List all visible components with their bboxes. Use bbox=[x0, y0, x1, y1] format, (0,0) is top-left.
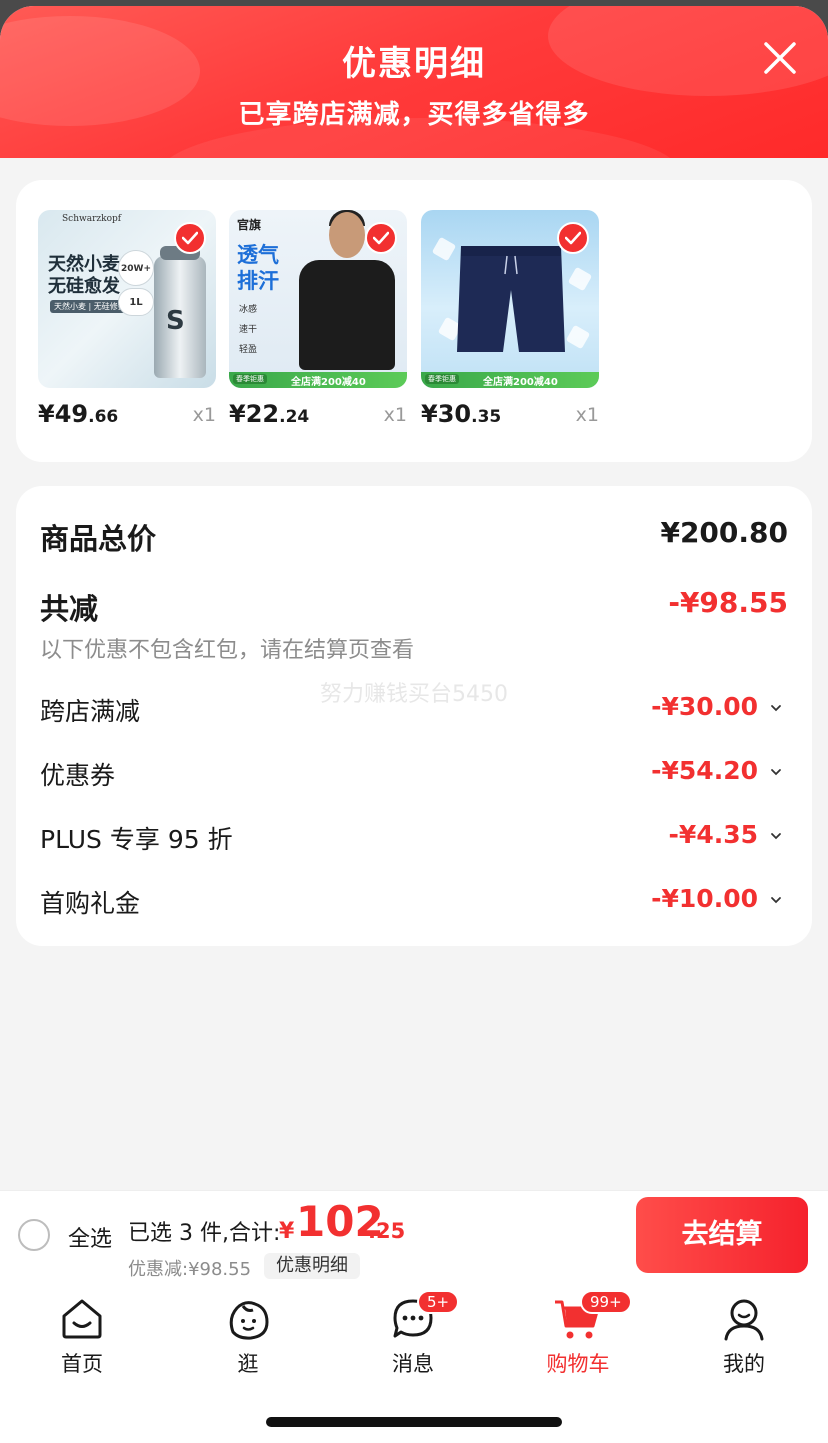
product-price: ¥30.35 bbox=[421, 400, 502, 428]
chevron-down-icon[interactable] bbox=[770, 702, 782, 714]
discount-label: PLUS 专享 95 折 bbox=[40, 825, 233, 854]
discount-row[interactable]: 首购礼金 -¥10.00 bbox=[40, 884, 788, 924]
discount-row[interactable]: 优惠券 -¥54.20 bbox=[40, 756, 788, 796]
model-image bbox=[329, 212, 365, 258]
product-qty: x1 bbox=[575, 404, 599, 426]
cart-badge: 99+ bbox=[580, 1290, 632, 1314]
total-currency: ¥ bbox=[279, 1219, 295, 1244]
tab-message[interactable]: 5+ 消息 bbox=[353, 1290, 473, 1378]
select-all-radio[interactable] bbox=[18, 1219, 50, 1251]
tab-label: 购物车 bbox=[546, 1352, 610, 1376]
discount-label: 优惠券 bbox=[40, 761, 116, 790]
product-price: ¥22.24 bbox=[229, 400, 310, 428]
total-value: ¥200.80 bbox=[660, 516, 788, 549]
discount-label: 跨店满减 bbox=[40, 697, 141, 726]
product-image[interactable]: Schwarzkopf 天然小麦 无硅愈发 天然小麦 | 无硅修护 20W+ 1L… bbox=[38, 210, 216, 388]
tab-cart[interactable]: 99+ 购物车 bbox=[518, 1290, 638, 1378]
discount-value[interactable]: -¥10.00 bbox=[651, 884, 788, 913]
thumb-badge: 20W+ bbox=[118, 250, 154, 286]
product-item[interactable]: 官旗 透气 排汗 冰感 速干 轻盈 春季钜惠 全店满200减40 ¥22.24 x1 bbox=[229, 210, 407, 428]
promo-bar: 春季钜惠 全店满200减40 bbox=[421, 372, 599, 388]
total-amount-decimal: .25 bbox=[368, 1219, 406, 1243]
selected-count: 已选 3 件,合计: bbox=[128, 1221, 281, 1246]
message-badge: 5+ bbox=[417, 1290, 460, 1314]
discount-note: 以下优惠不包含红包，请在结算页查看 bbox=[40, 638, 415, 663]
discount-detail-button[interactable]: 优惠明细 bbox=[264, 1253, 360, 1279]
thumb-badge: 1L bbox=[118, 288, 154, 316]
product-item[interactable]: Schwarzkopf 天然小麦 无硅愈发 天然小麦 | 无硅修护 20W+ 1L… bbox=[38, 210, 216, 428]
discount-value[interactable]: -¥54.20 bbox=[651, 756, 788, 785]
home-icon bbox=[62, 1299, 102, 1339]
thumb-headline: 天然小麦 无硅愈发 bbox=[48, 254, 120, 297]
discount-label: 首购礼金 bbox=[40, 889, 141, 918]
product-price: ¥49.66 bbox=[38, 400, 119, 428]
checkout-bar: 全选 已选 3 件,合计: ¥ 102 .25 优惠减:¥98.55 优惠明细 … bbox=[0, 1190, 828, 1282]
checked-icon[interactable] bbox=[174, 222, 206, 254]
checked-icon[interactable] bbox=[365, 222, 397, 254]
discount-row[interactable]: PLUS 专享 95 折 -¥4.35 bbox=[40, 820, 788, 860]
product-list-card: Schwarzkopf 天然小麦 无硅愈发 天然小麦 | 无硅修护 20W+ 1L… bbox=[16, 180, 812, 462]
tab-profile[interactable]: 我的 bbox=[684, 1296, 804, 1378]
thumb-feature: 轻盈 bbox=[239, 345, 258, 355]
reduce-row: 共减 -¥98.55 bbox=[40, 586, 788, 626]
price-summary-card: 商品总价 ¥200.80 共减 -¥98.55 以下优惠不包含红包，请在结算页查… bbox=[16, 486, 812, 946]
brand-logo: Schwarzkopf bbox=[62, 214, 122, 224]
chevron-down-icon[interactable] bbox=[770, 766, 782, 778]
profile-icon bbox=[724, 1299, 764, 1341]
chevron-down-icon[interactable] bbox=[770, 894, 782, 906]
sheet-title: 优惠明细 bbox=[342, 44, 486, 84]
product-image[interactable]: 春季钜惠 全店满200减40 bbox=[421, 210, 599, 388]
tab-home[interactable]: 首页 bbox=[22, 1296, 142, 1378]
product-image[interactable]: 官旗 透气 排汗 冰感 速干 轻盈 春季钜惠 全店满200减40 bbox=[229, 210, 407, 388]
promo-bar: 春季钜惠 全店满200减40 bbox=[229, 372, 407, 388]
discount-detail-sheet: 优惠明细 已享跨店满减，买得多省得多 Schwarzkopf 天然小麦 无硅愈发 … bbox=[0, 6, 828, 1443]
select-all-label[interactable]: 全选 bbox=[68, 1221, 112, 1253]
close-icon[interactable] bbox=[762, 40, 798, 76]
discount-value[interactable]: -¥30.00 bbox=[651, 692, 788, 721]
product-item[interactable]: 春季钜惠 全店满200减40 ¥30.35 x1 bbox=[421, 210, 599, 428]
discount-summary: 优惠减:¥98.55 bbox=[128, 1259, 252, 1280]
thumb-brand: 官旗 bbox=[237, 218, 262, 232]
product-qty: x1 bbox=[192, 404, 216, 426]
shorts-image bbox=[457, 246, 565, 352]
tab-label: 我的 bbox=[723, 1352, 765, 1376]
checked-icon[interactable] bbox=[557, 222, 589, 254]
checkout-button[interactable]: 去结算 bbox=[636, 1197, 808, 1273]
total-label: 商品总价 bbox=[40, 522, 157, 556]
reduce-value: -¥98.55 bbox=[668, 586, 788, 619]
tshirt-image bbox=[299, 260, 395, 370]
explore-icon bbox=[229, 1301, 269, 1340]
thumb-headline: 透气 排汗 bbox=[237, 243, 279, 293]
tab-label: 消息 bbox=[392, 1352, 434, 1376]
bottle-image: S bbox=[154, 246, 206, 378]
tab-label: 逛 bbox=[237, 1352, 259, 1376]
home-indicator[interactable] bbox=[266, 1417, 562, 1427]
product-qty: x1 bbox=[383, 404, 407, 426]
chevron-down-icon[interactable] bbox=[770, 830, 782, 842]
tab-label: 首页 bbox=[61, 1352, 103, 1376]
sheet-header: 优惠明细 已享跨店满减，买得多省得多 bbox=[0, 6, 828, 158]
thumb-feature: 速干 bbox=[239, 325, 258, 335]
reduce-label: 共减 bbox=[40, 592, 99, 626]
thumb-feature: 冰感 bbox=[239, 305, 258, 315]
discount-row[interactable]: 跨店满减 -¥30.00 bbox=[40, 692, 788, 732]
total-row: 商品总价 ¥200.80 bbox=[40, 516, 788, 556]
tab-explore[interactable]: 逛 bbox=[188, 1296, 308, 1378]
sheet-subtitle: 已享跨店满减，买得多省得多 bbox=[238, 100, 590, 130]
